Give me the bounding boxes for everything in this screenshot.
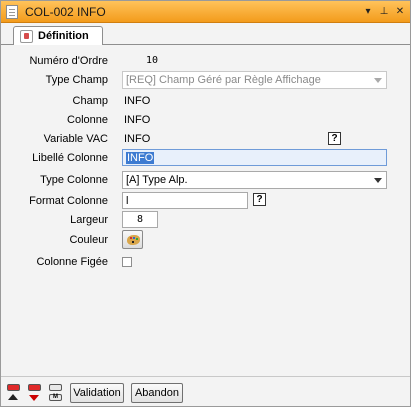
type-colonne-label: Type Colonne xyxy=(40,174,108,186)
dropdown-arrow-icon[interactable]: ▾ xyxy=(361,4,375,19)
libelle-colonne-value: INFO xyxy=(126,152,155,164)
colonne-figee-label: Colonne Figée xyxy=(36,256,108,268)
color-picker-button[interactable] xyxy=(122,230,143,249)
palette-icon xyxy=(127,235,140,245)
type-champ-select[interactable]: [REQ] Champ Géré par Règle Affichage xyxy=(122,71,387,89)
format-colonne-value: l xyxy=(126,195,129,207)
variable-vac-help-button[interactable]: ? xyxy=(328,132,341,145)
type-champ-label: Type Champ xyxy=(45,74,108,86)
close-icon[interactable]: ✕ xyxy=(393,4,407,19)
tab-strip: Définition xyxy=(1,23,410,46)
record-prev-icon[interactable] xyxy=(28,384,41,391)
pin-icon[interactable]: ⊥ xyxy=(377,4,391,19)
champ-value: INFO xyxy=(124,95,151,107)
largeur-label: Largeur xyxy=(70,214,108,226)
definition-panel: Numéro d'Ordre 10 Type Champ [REQ] Champ… xyxy=(1,45,410,376)
numero-ordre-label: Numéro d'Ordre xyxy=(29,55,108,67)
champ-label: Champ xyxy=(72,95,108,107)
largeur-value: 8 xyxy=(137,214,144,225)
validation-button[interactable]: Validation xyxy=(70,383,124,403)
couleur-label: Couleur xyxy=(69,234,108,246)
abandon-button[interactable]: Abandon xyxy=(131,383,183,403)
type-colonne-value: [A] Type Alp. xyxy=(126,174,188,186)
window-title: COL-002 INFO xyxy=(25,5,106,19)
record-modify-icon[interactable]: M xyxy=(49,394,62,401)
dialog-window: COL-002 INFO ▾ ⊥ ✕ Définition Numéro d'O… xyxy=(0,0,411,407)
variable-vac-label: Variable VAC xyxy=(43,133,108,145)
type-colonne-select[interactable]: [A] Type Alp. xyxy=(122,171,387,189)
colonne-label: Colonne xyxy=(67,114,108,126)
record-first-icon[interactable] xyxy=(7,384,20,391)
colonne-value: INFO xyxy=(124,114,151,126)
bottom-bar: M Validation Abandon xyxy=(1,376,410,406)
numero-ordre-value: 10 xyxy=(146,55,159,66)
format-colonne-help-button[interactable]: ? xyxy=(253,193,266,206)
chevron-down-icon xyxy=(374,178,382,183)
colonne-figee-checkbox[interactable] xyxy=(122,257,132,267)
largeur-input[interactable]: 8 xyxy=(122,211,158,228)
arrow-up-icon[interactable] xyxy=(8,394,18,400)
format-colonne-input[interactable]: l xyxy=(122,192,248,209)
document-icon xyxy=(6,5,18,19)
variable-vac-value: INFO xyxy=(124,133,151,145)
tab-definition[interactable]: Définition xyxy=(13,26,103,46)
form-icon xyxy=(20,30,33,43)
arrow-down-icon[interactable] xyxy=(29,395,39,401)
format-colonne-label: Format Colonne xyxy=(29,195,108,207)
libelle-colonne-input[interactable]: INFO xyxy=(122,149,387,166)
libelle-colonne-label: Libellé Colonne xyxy=(32,152,108,164)
type-champ-value: [REQ] Champ Géré par Règle Affichage xyxy=(126,74,321,86)
title-bar[interactable]: COL-002 INFO ▾ ⊥ ✕ xyxy=(1,1,410,23)
chevron-down-icon xyxy=(374,78,382,83)
record-blank-icon[interactable] xyxy=(49,384,62,391)
tab-label: Définition xyxy=(38,30,89,42)
